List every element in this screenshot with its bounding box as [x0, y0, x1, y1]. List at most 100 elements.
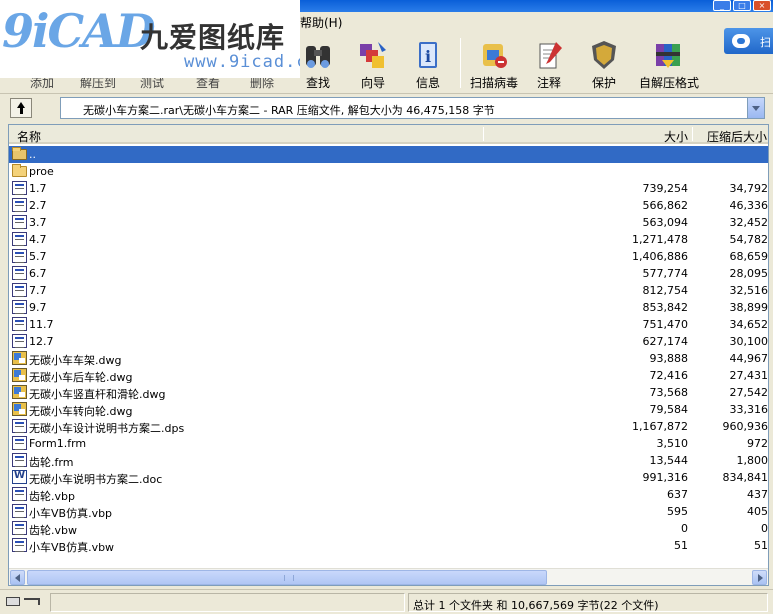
file-packed-size: 405: [747, 505, 768, 518]
list-item[interactable]: 3.7 563,094 32,452: [9, 214, 768, 231]
list-item[interactable]: Form1.frm 3,510 972: [9, 435, 768, 452]
file-packed-size: 46,336: [729, 199, 769, 212]
sfx-button[interactable]: 自解压格式: [634, 36, 704, 92]
file-icon: [12, 419, 27, 433]
status-total-text: 总计 1 个文件夹 和 10,667,569 字节(22 个文件): [413, 599, 659, 612]
file-packed-size: 68,659: [729, 250, 769, 263]
file-size: 991,316: [642, 471, 689, 484]
file-size: 563,094: [642, 216, 689, 229]
address-field[interactable]: 无碳小车方案二.rar\无碳小车方案二 - RAR 压缩文件, 解包大小为 46…: [60, 97, 765, 119]
list-item[interactable]: 齿轮.vbw 0 0: [9, 520, 768, 537]
file-name: 小车VB仿真.vbw: [29, 541, 115, 554]
comment-button[interactable]: 注释: [521, 36, 577, 92]
scrollbar-thumb[interactable]: [27, 570, 547, 585]
logo-mark: 9iCAD: [2, 4, 156, 58]
list-item[interactable]: 小车VB仿真.vbw 51 51: [9, 537, 768, 554]
menu-help[interactable]: 帮助(H): [300, 14, 342, 31]
list-item[interactable]: 小车VB仿真.vbp 595 405: [9, 503, 768, 520]
file-list[interactable]: 名称 大小 压缩后大小 .. proe 1.7 739,254 34,792 2.7 566…: [8, 124, 769, 586]
horizontal-scrollbar[interactable]: [9, 568, 768, 585]
file-icon: [12, 181, 27, 195]
wizard-button[interactable]: 向导: [345, 36, 401, 92]
address-path: 无碳小车方案二.rar\无碳小车方案二 - RAR 压缩文件, 解包大小为 46…: [83, 104, 495, 117]
list-item[interactable]: 4.7 1,271,478 54,782: [9, 231, 768, 248]
list-item[interactable]: 无碳小车说明书方案二.doc 991,316 834,841: [9, 469, 768, 486]
virus-scan-button[interactable]: 扫描病毒: [466, 36, 522, 92]
side-cloud-tab[interactable]: 扫: [724, 28, 773, 54]
file-name: 5.7: [29, 250, 47, 263]
list-item[interactable]: 2.7 566,862 46,336: [9, 197, 769, 214]
column-header-packed[interactable]: 压缩后大小: [707, 128, 767, 145]
file-size: 627,174: [642, 335, 689, 348]
address-dropdown-button[interactable]: [747, 98, 764, 118]
status-icons: [6, 595, 46, 609]
column-divider[interactable]: [483, 127, 484, 141]
list-item[interactable]: 5.7 1,406,886 68,659: [9, 248, 769, 265]
close-button[interactable]: ×: [753, 0, 771, 11]
cloud-icon: [732, 34, 750, 48]
list-item[interactable]: 无碳小车设计说明书方案二.dps 1,167,872 960,936: [9, 418, 769, 435]
file-size: 0: [681, 522, 688, 535]
logo-url: www.9icad.com: [184, 52, 300, 72]
scroll-left-button[interactable]: [10, 570, 25, 585]
file-name: 齿轮.vbp: [29, 490, 75, 503]
key-icon[interactable]: [24, 598, 40, 605]
file-packed-size: 972: [747, 437, 768, 450]
column-divider[interactable]: [692, 127, 693, 141]
column-header-name[interactable]: 名称: [17, 128, 41, 145]
list-item[interactable]: 6.7 577,774 28,095: [9, 265, 769, 282]
file-size: 577,774: [642, 267, 689, 280]
file-packed-size: 960,936: [722, 420, 769, 433]
list-item[interactable]: 无碳小车车架.dwg 93,888 44,967: [9, 350, 769, 367]
window-controls: _ □ ×: [713, 0, 771, 12]
file-name: ..: [29, 148, 36, 161]
minimize-button[interactable]: _: [713, 0, 731, 11]
list-item[interactable]: 7.7 812,754 32,516: [9, 282, 769, 299]
sfx-archive-icon: [652, 38, 686, 72]
list-item[interactable]: ..: [9, 146, 768, 163]
file-size: 51: [674, 539, 688, 552]
file-icon: [12, 283, 27, 297]
file-name: 2.7: [29, 199, 47, 212]
file-size: 3,510: [656, 437, 689, 450]
protect-button[interactable]: 保护: [576, 36, 632, 92]
virus-scan-icon: [477, 38, 511, 72]
info-button-label: 信息: [415, 76, 440, 90]
file-packed-size: 32,516: [729, 284, 769, 297]
list-item[interactable]: 11.7 751,470 34,652: [9, 316, 768, 333]
protect-button-label: 保护: [591, 76, 616, 90]
file-name: 小车VB仿真.vbp: [29, 507, 113, 520]
virus-scan-button-label: 扫描病毒: [469, 76, 518, 90]
list-item[interactable]: 9.7 853,842 38,899: [9, 299, 768, 316]
file-name: 无碳小车设计说明书方案二.dps: [29, 422, 185, 435]
file-icon: [12, 317, 27, 331]
dwg-file-icon: [12, 402, 27, 416]
svg-text:i: i: [425, 47, 431, 66]
disk-icon[interactable]: [6, 597, 20, 606]
info-button[interactable]: i 信息: [400, 36, 456, 92]
list-item[interactable]: 无碳小车竖直杆和滑轮.dwg 73,568 27,542: [9, 384, 768, 401]
file-icon: [12, 300, 27, 314]
list-item[interactable]: 12.7 627,174 30,100: [9, 333, 768, 350]
list-item[interactable]: 无碳小车后车轮.dwg 72,416 27,431: [9, 367, 768, 384]
file-size: 72,416: [649, 369, 689, 382]
file-packed-size: 28,095: [729, 267, 769, 280]
status-bar: 总计 1 个文件夹 和 10,667,569 字节(22 个文件): [0, 589, 773, 614]
column-header-size[interactable]: 大小: [664, 128, 688, 145]
file-name: 无碳小车竖直杆和滑轮.dwg: [29, 388, 166, 401]
file-icon: [12, 453, 27, 467]
watermark-logo: 9iCAD 九爱图纸库 www.9icad.com: [0, 0, 300, 78]
file-packed-size: 44,967: [729, 352, 769, 365]
up-folder-button[interactable]: [10, 98, 32, 118]
file-name: 11.7: [29, 318, 54, 331]
list-item[interactable]: 齿轮.frm 13,544 1,800: [9, 452, 768, 469]
list-item[interactable]: 齿轮.vbp 637 437: [9, 486, 768, 503]
list-item[interactable]: 1.7 739,254 34,792: [9, 180, 768, 197]
list-item[interactable]: 无碳小车转向轮.dwg 79,584 33,316: [9, 401, 768, 418]
side-tab-label: 扫: [760, 36, 771, 49]
list-item[interactable]: proe: [9, 163, 768, 180]
file-name: 齿轮.vbw: [29, 524, 77, 537]
folder-icon: [12, 147, 27, 160]
maximize-button[interactable]: □: [733, 0, 751, 11]
scroll-right-button[interactable]: [752, 570, 767, 585]
